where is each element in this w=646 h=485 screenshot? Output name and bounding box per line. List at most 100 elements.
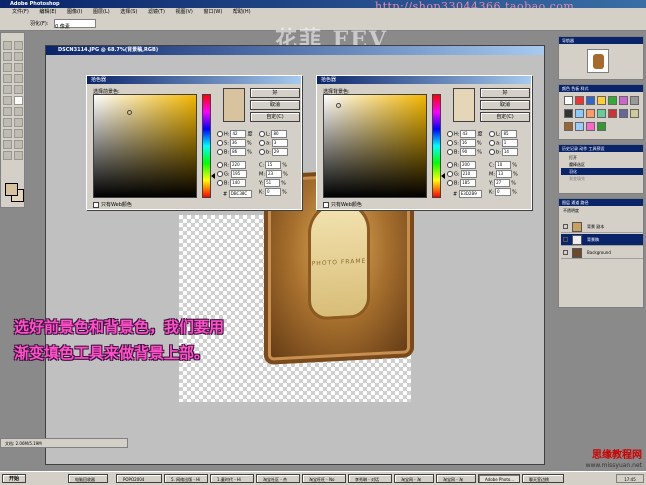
dodge-tool-icon[interactable] bbox=[14, 107, 23, 116]
taskbar-item[interactable]: 淘宝社区 - 杰 bbox=[256, 474, 300, 483]
fg-m-input[interactable]: 23 bbox=[266, 170, 283, 178]
fg-hex-input[interactable]: DBC38C bbox=[228, 190, 252, 198]
bg-radio-a[interactable] bbox=[489, 140, 495, 146]
style-swatch[interactable] bbox=[575, 122, 584, 131]
history-item[interactable]: 打开 bbox=[561, 154, 643, 161]
fg-b-input[interactable]: 86 bbox=[230, 148, 247, 156]
fg-radio-bl[interactable] bbox=[217, 180, 223, 186]
marquee-tool-icon[interactable] bbox=[3, 41, 12, 50]
style-swatch[interactable] bbox=[619, 109, 628, 118]
layer-row[interactable]: Background bbox=[561, 247, 643, 259]
style-swatch[interactable] bbox=[630, 96, 639, 105]
fg-lab-b-input[interactable]: 29 bbox=[271, 148, 288, 156]
navigator-thumbnail[interactable] bbox=[587, 49, 609, 73]
layers-opacity-label[interactable]: 不透明度 bbox=[563, 208, 579, 214]
style-swatch[interactable] bbox=[608, 96, 617, 105]
fg-s-input[interactable]: 36 bbox=[229, 139, 246, 147]
foreground-color-swatch[interactable] bbox=[5, 183, 18, 196]
fg-radio-l[interactable] bbox=[259, 131, 265, 137]
bg-radio-l[interactable] bbox=[489, 131, 495, 137]
style-swatch[interactable] bbox=[564, 109, 573, 118]
taskbar-item[interactable]: 李秀琳 - 对话 bbox=[348, 474, 392, 483]
fg-a-input[interactable]: 3 bbox=[271, 139, 288, 147]
style-swatch[interactable] bbox=[564, 122, 573, 131]
taskbar-item[interactable]: 电脑回收器 bbox=[68, 474, 108, 483]
menu-edit[interactable]: 编辑(E) bbox=[39, 9, 56, 15]
menu-file[interactable]: 文件(F) bbox=[12, 9, 29, 15]
bg-radio-r[interactable] bbox=[447, 162, 453, 168]
layer-row-selected[interactable]: 背景稿 bbox=[561, 234, 643, 246]
style-swatch[interactable] bbox=[630, 109, 639, 118]
bg-ok-button[interactable]: 好 bbox=[480, 88, 530, 98]
bg-lab-b-input[interactable]: 14 bbox=[501, 148, 518, 156]
bg-color-cursor[interactable] bbox=[336, 103, 341, 108]
fg-hue-slider[interactable] bbox=[202, 94, 211, 198]
healing-tool-icon[interactable] bbox=[3, 74, 12, 83]
fg-radio-s[interactable] bbox=[217, 140, 223, 146]
fg-bl-input[interactable]: 140 bbox=[230, 179, 247, 187]
bg-r-input[interactable]: 200 bbox=[460, 161, 477, 169]
style-swatch[interactable] bbox=[597, 96, 606, 105]
menu-layer[interactable]: 图层(L) bbox=[93, 9, 110, 15]
bg-l-input[interactable]: 85 bbox=[501, 130, 518, 138]
menu-view[interactable]: 视图(V) bbox=[176, 9, 193, 15]
eye-icon[interactable] bbox=[563, 224, 568, 229]
fg-cancel-button[interactable]: 取消 bbox=[250, 100, 300, 110]
bg-h-input[interactable]: 43 bbox=[460, 130, 477, 138]
bg-b-input[interactable]: 90 bbox=[460, 148, 477, 156]
type-tool-icon[interactable] bbox=[14, 118, 23, 127]
lasso-tool-icon[interactable] bbox=[3, 52, 12, 61]
fg-web-only-checkbox[interactable] bbox=[93, 201, 99, 208]
shape-tool-icon[interactable] bbox=[14, 129, 23, 138]
bg-radio-h[interactable] bbox=[447, 131, 453, 137]
bg-radio-g[interactable] bbox=[447, 171, 453, 177]
bg-radio-bl[interactable] bbox=[447, 180, 453, 186]
style-swatch[interactable] bbox=[597, 122, 606, 131]
taskbar-item[interactable]: 聊天室边桃 bbox=[522, 474, 564, 483]
taskbar-item[interactable]: POPO2004 bbox=[116, 474, 162, 483]
brush-tool-icon[interactable] bbox=[14, 74, 23, 83]
menu-window[interactable]: 窗口(W) bbox=[203, 9, 222, 15]
bg-a-input[interactable]: 1 bbox=[501, 139, 518, 147]
menu-image[interactable]: 图像(I) bbox=[67, 9, 82, 15]
eyedropper-tool-icon[interactable] bbox=[14, 140, 23, 149]
bg-s-input[interactable]: 16 bbox=[459, 139, 476, 147]
fg-color-field[interactable] bbox=[93, 94, 197, 198]
bg-color-field[interactable] bbox=[323, 94, 427, 198]
bg-g-input[interactable]: 210 bbox=[460, 170, 477, 178]
path-select-tool-icon[interactable] bbox=[3, 118, 12, 127]
taskbar-item[interactable]: 淘宝网 - 淘 bbox=[436, 474, 476, 483]
fg-h-input[interactable]: 42 bbox=[230, 130, 247, 138]
crop-tool-icon[interactable] bbox=[3, 63, 12, 72]
bg-radio-b[interactable] bbox=[447, 149, 453, 155]
blur-tool-icon[interactable] bbox=[3, 107, 12, 116]
fg-r-input[interactable]: 220 bbox=[230, 161, 247, 169]
notes-tool-icon[interactable] bbox=[3, 140, 12, 149]
bg-c-input[interactable]: 10 bbox=[495, 161, 512, 169]
fg-color-cursor[interactable] bbox=[127, 110, 132, 115]
style-swatch[interactable] bbox=[575, 96, 584, 105]
style-swatch[interactable] bbox=[597, 109, 606, 118]
style-swatch[interactable] bbox=[586, 109, 595, 118]
feather-input[interactable]: 0 像素 bbox=[54, 19, 97, 30]
fg-radio-b[interactable] bbox=[217, 149, 223, 155]
eraser-tool-icon[interactable] bbox=[3, 96, 12, 105]
layer-row[interactable]: 背景 副本 bbox=[561, 221, 643, 233]
style-swatch[interactable] bbox=[608, 109, 617, 118]
style-swatch[interactable] bbox=[564, 96, 573, 105]
history-item[interactable]: 魔棒选区 bbox=[561, 161, 643, 168]
fg-radio-a[interactable] bbox=[259, 140, 265, 146]
fg-g-input[interactable]: 195 bbox=[230, 170, 247, 178]
fg-k-input[interactable]: 0 bbox=[264, 188, 281, 196]
fg-l-input[interactable]: 80 bbox=[271, 130, 288, 138]
fg-radio-r[interactable] bbox=[217, 162, 223, 168]
style-swatch[interactable] bbox=[575, 109, 584, 118]
bg-k-input[interactable]: 0 bbox=[494, 188, 511, 196]
fg-c-input[interactable]: 15 bbox=[265, 161, 282, 169]
bg-hue-slider[interactable] bbox=[432, 94, 441, 198]
history-brush-tool-icon[interactable] bbox=[14, 85, 23, 94]
bg-custom-button[interactable]: 自定(C) bbox=[480, 112, 530, 122]
start-button[interactable]: 开始 bbox=[2, 474, 26, 483]
menu-help[interactable]: 帮助(H) bbox=[233, 9, 251, 15]
eye-icon[interactable] bbox=[563, 237, 568, 242]
